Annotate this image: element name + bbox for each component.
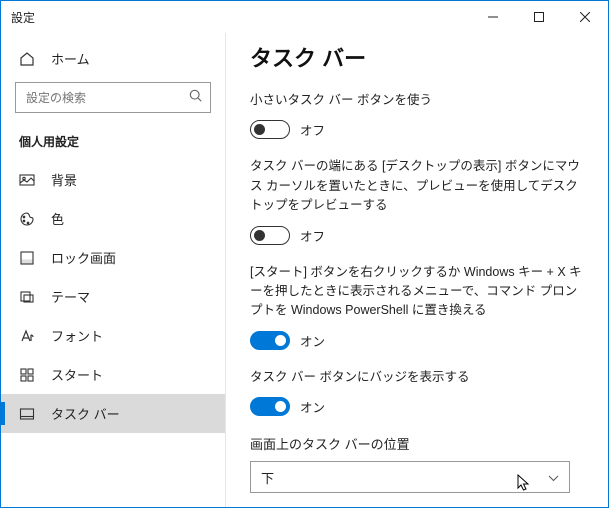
setting-label: タスク バーの端にある [デスクトップの表示] ボタンにマウス カーソルを置いた… <box>250 157 584 215</box>
toggle-small-buttons[interactable] <box>250 120 290 139</box>
lockscreen-icon <box>19 250 35 266</box>
toggle-state: オフ <box>300 120 325 139</box>
setting-label: 小さいタスク バー ボタンを使う <box>250 91 584 110</box>
taskbar-location-select[interactable]: 下 <box>250 461 570 493</box>
toggle-state: オフ <box>300 226 325 245</box>
sidebar-item-label: タスク バー <box>51 404 120 423</box>
cursor-icon <box>517 474 531 492</box>
picture-icon <box>19 172 35 188</box>
sidebar-item-label: 背景 <box>51 170 77 189</box>
font-icon <box>19 328 35 344</box>
sidebar-item-colors[interactable]: 色 <box>1 199 225 238</box>
select-value: 下 <box>261 468 274 487</box>
setting-label: タスク バー ボタンにバッジを表示する <box>250 368 584 387</box>
category-header: 個人用設定 <box>1 127 225 160</box>
sidebar-item-background[interactable]: 背景 <box>1 160 225 199</box>
start-icon <box>19 367 35 383</box>
sidebar-item-label: テーマ <box>51 287 90 306</box>
chevron-down-icon <box>548 470 559 485</box>
close-button[interactable] <box>562 1 608 33</box>
toggle-peek-desktop[interactable] <box>250 226 290 245</box>
home-nav[interactable]: ホーム <box>1 41 225 82</box>
sidebar-item-label: フォント <box>51 326 103 345</box>
search-icon <box>189 89 203 108</box>
sidebar-item-label: 色 <box>51 209 64 228</box>
search-input[interactable] <box>15 82 211 113</box>
toggle-state: オン <box>300 397 325 416</box>
dropdown-label: 画面上のタスク バーの位置 <box>250 434 584 453</box>
minimize-button[interactable] <box>470 1 516 33</box>
page-title: タスク バー <box>250 41 584 73</box>
sidebar-item-label: ロック画面 <box>51 248 116 267</box>
home-label: ホーム <box>51 49 90 68</box>
sidebar: ホーム 個人用設定 背景 色 ロック画面 テーマ フォント <box>1 33 226 507</box>
sidebar-item-taskbar[interactable]: タスク バー <box>1 394 225 433</box>
sidebar-item-fonts[interactable]: フォント <box>1 316 225 355</box>
taskbar-icon <box>19 406 35 422</box>
setting-label: [スタート] ボタンを右クリックするか Windows キー + X キーを押し… <box>250 263 584 321</box>
sidebar-item-lockscreen[interactable]: ロック画面 <box>1 238 225 277</box>
sidebar-item-start[interactable]: スタート <box>1 355 225 394</box>
theme-icon <box>19 289 35 305</box>
home-icon <box>19 51 35 67</box>
toggle-badges[interactable] <box>250 397 290 416</box>
palette-icon <box>19 211 35 227</box>
toggle-state: オン <box>300 331 325 350</box>
window-title: 設定 <box>11 9 470 26</box>
sidebar-item-themes[interactable]: テーマ <box>1 277 225 316</box>
maximize-button[interactable] <box>516 1 562 33</box>
main-content: タスク バー 小さいタスク バー ボタンを使う オフ タスク バーの端にある [… <box>226 33 608 507</box>
sidebar-item-label: スタート <box>51 365 103 384</box>
toggle-powershell[interactable] <box>250 331 290 350</box>
